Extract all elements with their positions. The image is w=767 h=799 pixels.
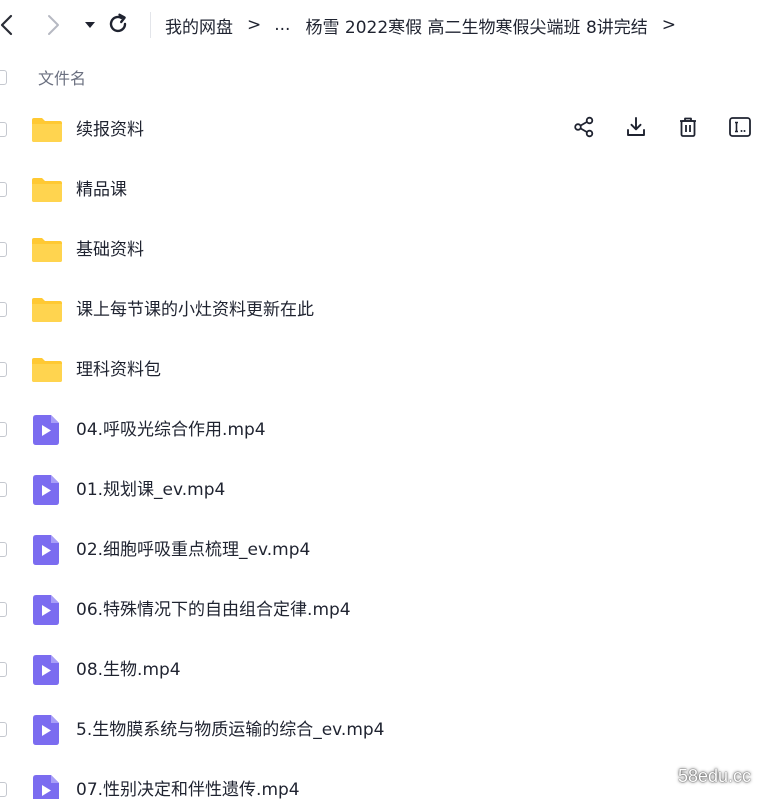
file-name[interactable]: 02.细胞呼吸重点梳理_ev.mp4 [76,520,310,580]
video-file-icon [31,775,63,799]
folder-icon [31,115,63,145]
video-file-icon [31,655,63,685]
video-file-icon [31,715,63,745]
file-name[interactable]: 基础资料 [76,220,144,280]
watermark: 58edu.cc [677,766,751,786]
video-file-icon [31,595,63,625]
download-icon [625,116,647,142]
history-dropdown-button[interactable] [78,13,102,37]
share-icon [573,116,595,142]
delete-button[interactable] [675,116,701,142]
row-checkbox[interactable] [0,122,7,137]
forward-button[interactable] [40,13,64,37]
breadcrumb-separator: > [247,15,262,35]
folder-row[interactable]: 基础资料 [0,220,767,280]
file-name[interactable]: 04.呼吸光综合作用.mp4 [76,400,266,460]
breadcrumb-ellipsis[interactable]: ... [274,15,290,35]
row-checkbox[interactable] [0,782,7,797]
file-row[interactable]: 06.特殊情况下的自由组合定律.mp4 [0,580,767,640]
caret-down-icon [85,22,95,28]
row-checkbox[interactable] [0,242,7,257]
file-row[interactable]: 5.生物膜系统与物质运输的综合_ev.mp4 [0,700,767,760]
row-checkbox[interactable] [0,542,7,557]
file-browser: 我的网盘 > ... 杨雪 2022寒假 高二生物寒假尖端班 8讲完结 > 文件… [0,0,767,799]
rename-button[interactable] [727,116,753,142]
back-button[interactable] [0,13,20,37]
refresh-button[interactable] [106,12,130,36]
folder-icon [31,235,63,265]
folder-icon [31,355,63,385]
file-row[interactable]: 01.规划课_ev.mp4 [0,460,767,520]
row-checkbox[interactable] [0,482,7,497]
file-row[interactable]: 04.呼吸光综合作用.mp4 [0,400,767,460]
row-checkbox[interactable] [0,362,7,377]
chevron-right-icon [48,15,59,35]
download-button[interactable] [623,116,649,142]
folder-row[interactable]: 理科资料包 [0,340,767,400]
file-row[interactable]: 02.细胞呼吸重点梳理_ev.mp4 [0,520,767,580]
file-name[interactable]: 理科资料包 [76,340,161,400]
file-name[interactable]: 课上每节课的小灶资料更新在此 [76,280,314,340]
video-file-icon [31,415,63,445]
delete-icon [677,116,699,142]
share-button[interactable] [571,116,597,142]
row-checkbox[interactable] [0,302,7,317]
chevron-left-icon [0,14,13,36]
file-list: 续报资料 精品课 基础资料 课上每节课的小灶资料更新在此 理科资料包 04.呼吸光综合作用… [0,100,767,799]
row-actions [571,116,753,142]
file-name[interactable]: 01.规划课_ev.mp4 [76,460,225,520]
row-checkbox[interactable] [0,422,7,437]
video-file-icon [31,475,63,505]
video-file-icon [31,535,63,565]
row-checkbox[interactable] [0,182,7,197]
breadcrumb-separator: > [661,15,677,35]
folder-icon [31,175,63,205]
list-header: 文件名 [0,56,767,98]
breadcrumb-root[interactable]: 我的网盘 [165,13,233,38]
file-name[interactable]: 08.生物.mp4 [76,640,181,700]
file-name[interactable]: 续报资料 [76,100,144,160]
file-row[interactable]: 07.性别决定和伴性遗传.mp4 [0,760,767,799]
folder-row[interactable]: 续报资料 [0,100,767,160]
refresh-icon [109,13,127,33]
folder-row[interactable]: 精品课 [0,160,767,220]
row-checkbox[interactable] [0,722,7,737]
nav-divider [150,12,151,38]
folder-row[interactable]: 课上每节课的小灶资料更新在此 [0,280,767,340]
breadcrumb: 我的网盘 > ... 杨雪 2022寒假 高二生物寒假尖端班 8讲完结 > [165,0,689,50]
file-name[interactable]: 5.生物膜系统与物质运输的综合_ev.mp4 [76,700,385,760]
file-name[interactable]: 07.性别决定和伴性遗传.mp4 [76,760,300,799]
navigation-bar: 我的网盘 > ... 杨雪 2022寒假 高二生物寒假尖端班 8讲完结 > [0,0,767,50]
row-checkbox[interactable] [0,602,7,617]
folder-icon [31,295,63,325]
breadcrumb-current[interactable]: 杨雪 2022寒假 高二生物寒假尖端班 8讲完结 [305,13,647,38]
file-name[interactable]: 06.特殊情况下的自由组合定律.mp4 [76,580,351,640]
file-name[interactable]: 精品课 [76,160,127,220]
row-checkbox[interactable] [0,662,7,677]
file-row[interactable]: 08.生物.mp4 [0,640,767,700]
rename-icon [728,116,752,142]
select-all-checkbox[interactable] [0,70,7,85]
column-header-filename[interactable]: 文件名 [38,65,86,89]
